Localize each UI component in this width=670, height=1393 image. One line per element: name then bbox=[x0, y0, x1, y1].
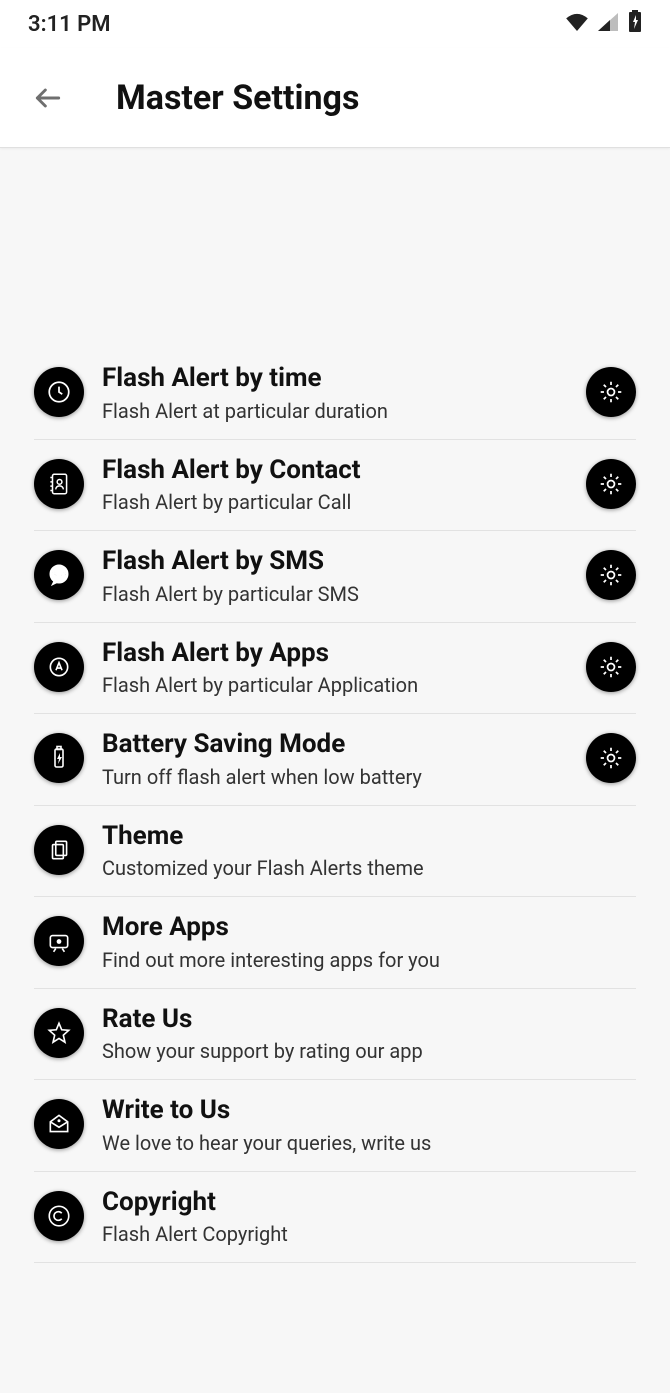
row-flash-alert-by-time[interactable]: Flash Alert by time Flash Alert at parti… bbox=[34, 348, 636, 440]
ad-placeholder bbox=[0, 148, 670, 348]
row-title: Write to Us bbox=[102, 1094, 636, 1127]
mail-icon bbox=[34, 1099, 84, 1149]
row-title: Rate Us bbox=[102, 1003, 636, 1036]
row-title: Theme bbox=[102, 820, 636, 853]
app-bar: Master Settings bbox=[0, 48, 670, 148]
row-subtitle: We love to hear your queries, write us bbox=[102, 1131, 636, 1155]
row-rate-us[interactable]: Rate Us Show your support by rating our … bbox=[34, 989, 636, 1081]
row-subtitle: Show your support by rating our app bbox=[102, 1039, 636, 1063]
row-subtitle: Customized your Flash Alerts theme bbox=[102, 856, 636, 880]
gear-icon bbox=[598, 562, 624, 588]
row-subtitle: Flash Alert by particular Call bbox=[102, 490, 586, 514]
copyright-icon bbox=[34, 1191, 84, 1241]
back-button[interactable] bbox=[30, 80, 66, 116]
arrow-back-icon bbox=[32, 82, 64, 114]
row-title: Flash Alert by Contact bbox=[102, 454, 586, 487]
page-title: Master Settings bbox=[116, 78, 359, 118]
row-copyright[interactable]: Copyright Flash Alert Copyright bbox=[34, 1172, 636, 1264]
star-icon bbox=[34, 1008, 84, 1058]
row-subtitle: Flash Alert by particular Application bbox=[102, 673, 586, 697]
gear-icon bbox=[598, 654, 624, 680]
settings-gear-button[interactable] bbox=[586, 642, 636, 692]
settings-list: Flash Alert by time Flash Alert at parti… bbox=[0, 348, 670, 1263]
row-title: Flash Alert by time bbox=[102, 362, 586, 395]
row-title: Flash Alert by SMS bbox=[102, 545, 586, 578]
row-battery-saving-mode[interactable]: Battery Saving Mode Turn off flash alert… bbox=[34, 714, 636, 806]
settings-gear-button[interactable] bbox=[586, 550, 636, 600]
gear-icon bbox=[598, 471, 624, 497]
row-more-apps[interactable]: More Apps Find out more interesting apps… bbox=[34, 897, 636, 989]
row-title: Flash Alert by Apps bbox=[102, 637, 586, 670]
signal-icon bbox=[598, 12, 618, 37]
sms-icon: SMS bbox=[34, 550, 84, 600]
row-flash-alert-by-contact[interactable]: Flash Alert by Contact Flash Alert by pa… bbox=[34, 440, 636, 532]
gear-icon bbox=[598, 379, 624, 405]
row-flash-alert-by-apps[interactable]: Flash Alert by Apps Flash Alert by parti… bbox=[34, 623, 636, 715]
settings-gear-button[interactable] bbox=[586, 733, 636, 783]
row-subtitle: Find out more interesting apps for you bbox=[102, 948, 636, 972]
status-icons bbox=[566, 10, 642, 38]
row-title: More Apps bbox=[102, 911, 636, 944]
status-time: 3:11 PM bbox=[28, 12, 111, 37]
row-theme[interactable]: Theme Customized your Flash Alerts theme bbox=[34, 806, 636, 898]
row-flash-alert-by-sms[interactable]: SMS Flash Alert by SMS Flash Alert by pa… bbox=[34, 531, 636, 623]
clock-icon bbox=[34, 367, 84, 417]
theme-icon bbox=[34, 825, 84, 875]
battery-charging-icon bbox=[628, 10, 642, 38]
row-subtitle: Turn off flash alert when low battery bbox=[102, 765, 586, 789]
more-apps-icon bbox=[34, 916, 84, 966]
gear-icon bbox=[598, 745, 624, 771]
svg-text:SMS: SMS bbox=[52, 571, 67, 579]
app-icon bbox=[34, 642, 84, 692]
row-write-to-us[interactable]: Write to Us We love to hear your queries… bbox=[34, 1080, 636, 1172]
settings-gear-button[interactable] bbox=[586, 459, 636, 509]
wifi-icon bbox=[566, 12, 588, 37]
contact-book-icon bbox=[34, 459, 84, 509]
settings-gear-button[interactable] bbox=[586, 367, 636, 417]
row-subtitle: Flash Alert Copyright bbox=[102, 1222, 636, 1246]
row-subtitle: Flash Alert by particular SMS bbox=[102, 582, 586, 606]
row-title: Battery Saving Mode bbox=[102, 728, 586, 761]
row-title: Copyright bbox=[102, 1186, 636, 1219]
status-bar: 3:11 PM bbox=[0, 0, 670, 48]
battery-icon bbox=[34, 733, 84, 783]
row-subtitle: Flash Alert at particular duration bbox=[102, 399, 586, 423]
